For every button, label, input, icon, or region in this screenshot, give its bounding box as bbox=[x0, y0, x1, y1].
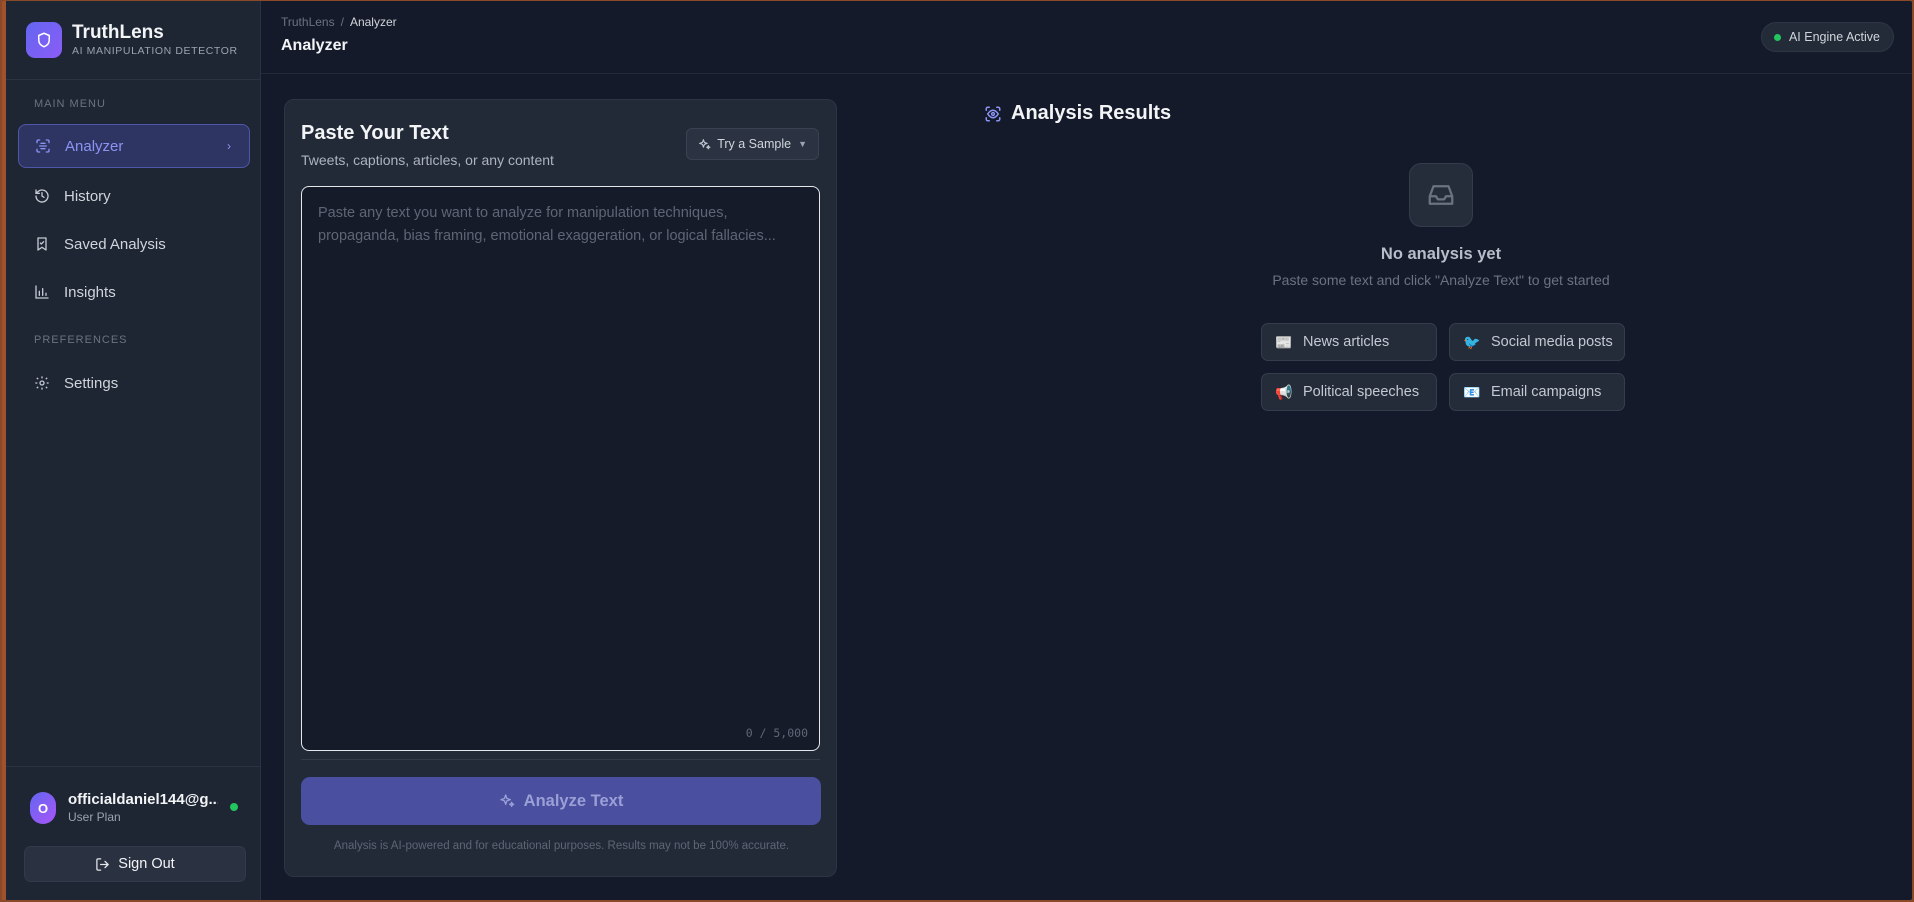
sparkles-icon bbox=[499, 793, 515, 809]
sidebar-item-label: History bbox=[64, 187, 111, 205]
chip-political-speeches[interactable]: 📢 Political speeches bbox=[1261, 373, 1437, 411]
chip-label: Political speeches bbox=[1303, 384, 1420, 400]
history-icon bbox=[34, 188, 50, 204]
bookmark-icon bbox=[34, 236, 50, 252]
email-icon: 📧 bbox=[1463, 383, 1481, 400]
user-email: officialdaniel144@g... bbox=[68, 791, 218, 808]
status-dot bbox=[1773, 33, 1781, 41]
divider bbox=[301, 759, 820, 760]
app-window: TruthLens AI MANIPULATION DETECTOR MAIN … bbox=[2, 1, 1912, 900]
user-plan: User Plan bbox=[68, 810, 121, 824]
results-title: Analysis Results bbox=[1011, 102, 1172, 124]
chip-social-media-posts[interactable]: 🐦 Social media posts bbox=[1449, 323, 1625, 361]
breadcrumb-current: Analyzer bbox=[349, 15, 397, 29]
main-content: TruthLens / Analyzer Analyzer AI Engine Ac… bbox=[261, 1, 1912, 900]
sign-out-label: Sign Out bbox=[118, 856, 175, 872]
main-menu-label: MAIN MENU bbox=[34, 98, 106, 110]
sidebar-item-analyzer[interactable]: Analyzer › bbox=[18, 124, 250, 168]
eye-scan-icon bbox=[984, 105, 1002, 123]
chevron-down-icon: ▼ bbox=[798, 139, 807, 149]
breadcrumb-root[interactable]: TruthLens bbox=[281, 15, 335, 29]
empty-state-title: No analysis yet bbox=[1380, 245, 1502, 263]
sparkles-icon bbox=[698, 138, 711, 151]
breadcrumb-separator: / bbox=[340, 15, 344, 29]
preferences-label: PREFERENCES bbox=[34, 334, 128, 346]
try-sample-label: Try a Sample bbox=[717, 137, 792, 151]
sidebar-item-label: Settings bbox=[64, 374, 119, 392]
sidebar-item-history[interactable]: History bbox=[18, 174, 250, 218]
brand-header: TruthLens AI MANIPULATION DETECTOR bbox=[6, 1, 260, 80]
analyze-text-label: Analyze Text bbox=[523, 791, 624, 810]
brand-name: TruthLens bbox=[72, 22, 164, 43]
sidebar-item-label: Saved Analysis bbox=[64, 235, 166, 253]
avatar[interactable]: O bbox=[30, 792, 56, 824]
shield-logo-icon bbox=[26, 22, 62, 58]
try-sample-button[interactable]: Try a Sample ▼ bbox=[686, 128, 819, 160]
status-badge: AI Engine Active bbox=[1760, 22, 1894, 52]
top-bar: TruthLens / Analyzer Analyzer AI Engine Ac… bbox=[261, 1, 1912, 74]
chip-news-articles[interactable]: 📰 News articles bbox=[1261, 323, 1437, 361]
sign-out-button[interactable]: Sign Out bbox=[24, 846, 246, 882]
sidebar-item-label: Analyzer bbox=[65, 137, 124, 155]
sidebar-item-saved-analysis[interactable]: Saved Analysis bbox=[18, 222, 250, 266]
chip-label: Social media posts bbox=[1491, 334, 1613, 350]
input-card-title: Paste Your Text bbox=[301, 122, 449, 144]
chip-label: Email campaigns bbox=[1491, 384, 1602, 400]
gear-icon bbox=[34, 375, 50, 391]
sidebar-item-settings[interactable]: Settings bbox=[18, 361, 250, 405]
scan-icon bbox=[35, 138, 51, 154]
inbox-icon bbox=[1409, 163, 1473, 227]
analyze-text-button[interactable]: Analyze Text bbox=[301, 777, 821, 825]
bar-chart-icon bbox=[34, 284, 50, 300]
text-input-card: Paste Your Text Tweets, captions, articl… bbox=[284, 99, 837, 877]
input-card-subtitle: Tweets, captions, articles, or any conte… bbox=[301, 152, 554, 168]
text-input-wrapper: 0 / 5,000 bbox=[301, 186, 820, 751]
sidebar: TruthLens AI MANIPULATION DETECTOR MAIN … bbox=[6, 1, 261, 900]
sidebar-item-label: Insights bbox=[64, 283, 116, 301]
char-counter: 0 / 5,000 bbox=[745, 726, 808, 740]
chip-label: News articles bbox=[1303, 334, 1390, 350]
chevron-right-icon: › bbox=[227, 139, 231, 153]
online-status-dot bbox=[230, 803, 238, 811]
breadcrumb: TruthLens / Analyzer bbox=[281, 15, 397, 29]
logout-icon bbox=[96, 857, 110, 871]
sidebar-item-insights[interactable]: Insights bbox=[18, 270, 250, 314]
page-title: Analyzer bbox=[281, 37, 348, 54]
chip-email-campaigns[interactable]: 📧 Email campaigns bbox=[1449, 373, 1625, 411]
newspaper-icon: 📰 bbox=[1275, 333, 1293, 350]
brand-tagline: AI MANIPULATION DETECTOR bbox=[72, 45, 238, 57]
empty-state-subtitle: Paste some text and click "Analyze Text"… bbox=[1272, 272, 1610, 288]
bird-icon: 🐦 bbox=[1463, 333, 1481, 350]
text-input[interactable] bbox=[302, 187, 819, 750]
results-header: Analysis Results bbox=[984, 102, 1171, 125]
status-text: AI Engine Active bbox=[1788, 30, 1880, 44]
user-profile: O officialdaniel144@g... User Plan Sign … bbox=[6, 766, 261, 900]
megaphone-icon: 📢 bbox=[1275, 383, 1293, 400]
disclaimer: Analysis is AI-powered and for education… bbox=[333, 840, 790, 852]
